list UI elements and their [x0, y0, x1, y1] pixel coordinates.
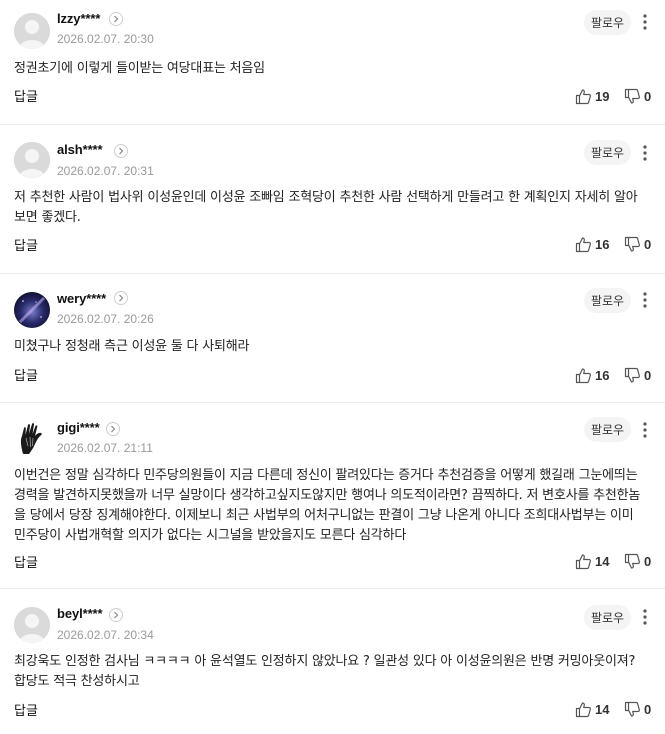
thumbs-down-icon — [624, 88, 640, 104]
dislike-button[interactable]: 0 — [624, 700, 651, 718]
dislike-count: 0 — [644, 236, 652, 252]
timestamp: 2026.02.07. 20:30 — [57, 32, 154, 46]
dislike-button[interactable]: 0 — [624, 235, 651, 253]
chevron-right-icon[interactable] — [109, 608, 123, 622]
username[interactable]: alsh**** — [57, 142, 103, 157]
like-button[interactable]: 16 — [575, 235, 609, 253]
more-options-icon[interactable] — [638, 12, 652, 32]
like-count: 16 — [595, 367, 610, 383]
more-options-icon[interactable] — [638, 290, 652, 310]
dislike-count: 0 — [644, 701, 652, 717]
chevron-right-icon[interactable] — [114, 291, 128, 305]
dislike-button[interactable]: 0 — [624, 552, 651, 570]
comment-item: beyl**** 2026.02.07. 20:34 팔로우 최강욱도 인정한 … — [0, 589, 665, 734]
avatar[interactable] — [14, 420, 50, 456]
chevron-right-icon[interactable] — [106, 422, 120, 436]
comment-text: 최강욱도 인정한 검사님 ㅋㅋㅋㅋ 아 윤석열도 인정하지 않았나요 ? 일관성… — [14, 654, 636, 689]
like-button[interactable]: 14 — [575, 552, 609, 570]
thumbs-up-icon — [575, 88, 591, 104]
more-options-icon[interactable] — [638, 143, 652, 163]
reply-button[interactable]: 답글 — [14, 86, 38, 105]
like-count: 14 — [595, 553, 610, 569]
avatar[interactable] — [14, 13, 50, 49]
dislike-button[interactable]: 0 — [624, 366, 651, 384]
username[interactable]: wery**** — [57, 291, 106, 306]
like-count: 16 — [595, 236, 610, 252]
follow-button[interactable]: 팔로우 — [584, 140, 631, 165]
timestamp: 2026.02.07. 20:26 — [57, 312, 154, 326]
chevron-right-icon[interactable] — [114, 144, 128, 158]
thumbs-up-icon — [575, 236, 591, 252]
thumbs-down-icon — [624, 236, 640, 252]
chevron-right-icon[interactable] — [109, 12, 123, 26]
avatar[interactable] — [14, 292, 50, 328]
thumbs-down-icon — [624, 367, 640, 383]
follow-button[interactable]: 팔로우 — [584, 10, 631, 35]
comment-item: lzzy**** 2026.02.07. 20:30 팔로우 정권초기에 이렇게… — [0, 0, 665, 124]
dislike-count: 0 — [644, 367, 652, 383]
comment-text: 미쳤구나 정청래 측근 이성윤 둘 다 사퇴해라 — [14, 339, 250, 354]
comment-item: wery**** 2026.02.07. 20:26 팔로우 미쳤구나 정청래 … — [0, 274, 665, 403]
more-options-icon[interactable] — [638, 607, 652, 627]
thumbs-up-icon — [575, 553, 591, 569]
reply-button[interactable]: 답글 — [14, 365, 38, 384]
username[interactable]: lzzy**** — [57, 11, 100, 26]
reply-button[interactable]: 답글 — [14, 235, 38, 254]
avatar[interactable] — [14, 607, 50, 643]
like-button[interactable]: 19 — [575, 87, 609, 105]
avatar[interactable] — [14, 142, 50, 178]
thumbs-up-icon — [575, 701, 591, 717]
timestamp: 2026.02.07. 20:34 — [57, 628, 154, 642]
follow-button[interactable]: 팔로우 — [584, 605, 631, 630]
reply-button[interactable]: 답글 — [14, 700, 38, 719]
comment-text: 이번건은 정말 심각하다 민주당의원들이 지금 다른데 정신이 팔려있다는 증거… — [14, 468, 641, 543]
timestamp: 2026.02.07. 21:11 — [57, 441, 153, 455]
dislike-count: 0 — [644, 553, 652, 569]
dislike-count: 0 — [644, 88, 652, 104]
comment-text: 저 추천한 사람이 법사위 이성윤인데 이성윤 조빠임 조혁당이 추천한 사람 … — [14, 190, 638, 225]
dislike-button[interactable]: 0 — [624, 87, 651, 105]
follow-button[interactable]: 팔로우 — [584, 417, 631, 442]
username[interactable]: gigi**** — [57, 420, 100, 435]
reply-button[interactable]: 답글 — [14, 552, 38, 571]
comment-text: 정권초기에 이렇게 들이받는 여당대표는 처음임 — [14, 61, 265, 76]
username[interactable]: beyl**** — [57, 606, 103, 621]
like-button[interactable]: 16 — [575, 366, 609, 384]
timestamp: 2026.02.07. 20:31 — [57, 164, 154, 178]
follow-button[interactable]: 팔로우 — [584, 288, 631, 313]
comment-item: gigi**** 2026.02.07. 21:11 팔로우 이번건은 정말 심… — [0, 403, 665, 588]
thumbs-up-icon — [575, 367, 591, 383]
thumbs-down-icon — [624, 701, 640, 717]
like-count: 19 — [595, 88, 610, 104]
more-options-icon[interactable] — [638, 420, 652, 440]
like-button[interactable]: 14 — [575, 700, 609, 718]
thumbs-down-icon — [624, 553, 640, 569]
like-count: 14 — [595, 701, 610, 717]
comment-item: alsh**** 2026.02.07. 20:31 팔로우 저 추천한 사람이… — [0, 125, 665, 274]
